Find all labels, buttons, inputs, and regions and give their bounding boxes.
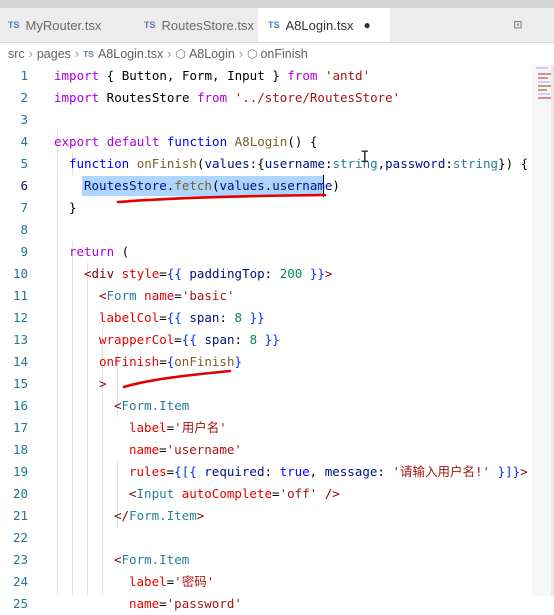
- annotation-underline-onfinish: [122, 369, 232, 389]
- code-line: name='password': [129, 596, 242, 611]
- text-cursor-icon: I: [360, 147, 370, 166]
- minimap-line: [536, 67, 548, 69]
- minimap-line: [538, 81, 550, 83]
- minimap-line: [538, 85, 552, 87]
- tab-label: A8Login.tsx: [285, 17, 354, 33]
- typescript-file-icon: TS: [8, 20, 20, 30]
- tab-routesstore[interactable]: TS RoutesStore.tsx: [138, 8, 262, 42]
- minimap-line: [538, 89, 547, 91]
- chevron-right-icon: ›: [238, 47, 243, 61]
- typescript-file-icon: TS: [268, 20, 280, 30]
- editor-tab-bar: TS MyRouter.tsx TS RoutesStore.tsx TS A8…: [0, 8, 554, 43]
- split-editor-icon[interactable]: ⊡: [514, 8, 522, 42]
- breadcrumb-src[interactable]: src: [8, 47, 25, 61]
- window-title-strip: [0, 0, 554, 8]
- chevron-right-icon: ›: [28, 47, 33, 61]
- breadcrumb-component[interactable]: A8Login: [189, 47, 235, 61]
- breadcrumb-file[interactable]: A8Login.tsx: [98, 47, 163, 61]
- minimap-line: [538, 93, 550, 95]
- tab-label: MyRouter.tsx: [25, 17, 102, 33]
- minimap-line: [538, 97, 552, 99]
- breadcrumb-pages[interactable]: pages: [37, 47, 71, 61]
- tab-myrouter[interactable]: TS MyRouter.tsx: [0, 8, 146, 42]
- typescript-file-icon: TS: [83, 49, 94, 59]
- unsaved-dot-icon[interactable]: ●: [363, 18, 370, 32]
- minimap-line: [538, 77, 548, 79]
- code-editor[interactable]: 1 2 3 4 5 6 7 8 9 10 11 12 13 14 15 16 1…: [0, 65, 540, 611]
- chevron-right-icon: ›: [74, 47, 80, 61]
- annotation-underlines: [116, 193, 327, 389]
- annotation-underline-fetch: [116, 193, 327, 204]
- tab-label: RoutesStore.tsx: [161, 17, 255, 33]
- minimap-line: [538, 73, 552, 75]
- typescript-file-icon: TS: [144, 20, 156, 30]
- breadcrumb: src › pages › TS A8Login.tsx › ⬡ A8Login…: [0, 43, 548, 65]
- breadcrumb-function[interactable]: onFinish: [260, 47, 307, 61]
- tab-a8login[interactable]: TS A8Login.tsx ●: [258, 8, 390, 42]
- symbol-icon: ⬡: [175, 47, 186, 61]
- chevron-right-icon: ›: [167, 47, 172, 61]
- function-icon: ⬡: [246, 47, 258, 61]
